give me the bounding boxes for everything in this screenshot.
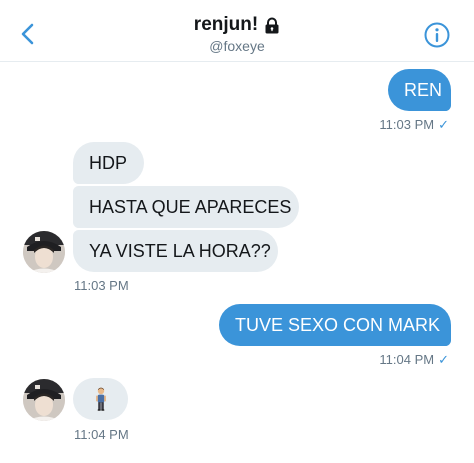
incoming-message[interactable]: [73, 378, 128, 420]
standing-person-icon: [95, 387, 106, 411]
avatar-photo: [23, 231, 65, 273]
message-text: HDP: [89, 153, 128, 173]
read-check-icon: ✓: [438, 352, 449, 367]
conversation-header: renjun! @foxeye: [0, 0, 474, 62]
message-text: YA VISTE LA HORA??: [89, 241, 271, 261]
message-timestamp: 11:03 PM ✓: [379, 117, 449, 132]
avatar[interactable]: [23, 231, 65, 273]
contact-handle: @foxeye: [209, 38, 265, 54]
read-check-icon: ✓: [438, 117, 449, 132]
message-timestamp: 11:03 PM: [74, 278, 129, 293]
contact-name: renjun!: [193, 14, 259, 35]
info-icon[interactable]: [424, 22, 450, 48]
outgoing-message[interactable]: REN: [388, 69, 451, 111]
message-text: TUVE SEXO CON MARK: [235, 315, 441, 335]
lock-icon: [265, 17, 279, 33]
header-title[interactable]: renjun!: [194, 14, 280, 36]
message-text: HASTA QUE APARECES: [89, 197, 292, 217]
message-timestamp: 11:04 PM: [74, 427, 129, 442]
message-text: REN: [404, 80, 443, 100]
avatar[interactable]: [23, 379, 65, 421]
outgoing-message[interactable]: TUVE SEXO CON MARK: [219, 304, 451, 346]
incoming-message[interactable]: HDP: [73, 142, 144, 184]
incoming-message[interactable]: YA VISTE LA HORA??: [73, 230, 278, 272]
incoming-message[interactable]: HASTA QUE APARECES: [73, 186, 299, 228]
avatar-photo: [23, 379, 65, 421]
header-title-block: renjun! @foxeye: [0, 14, 474, 54]
message-timestamp: 11:04 PM ✓: [379, 352, 449, 367]
